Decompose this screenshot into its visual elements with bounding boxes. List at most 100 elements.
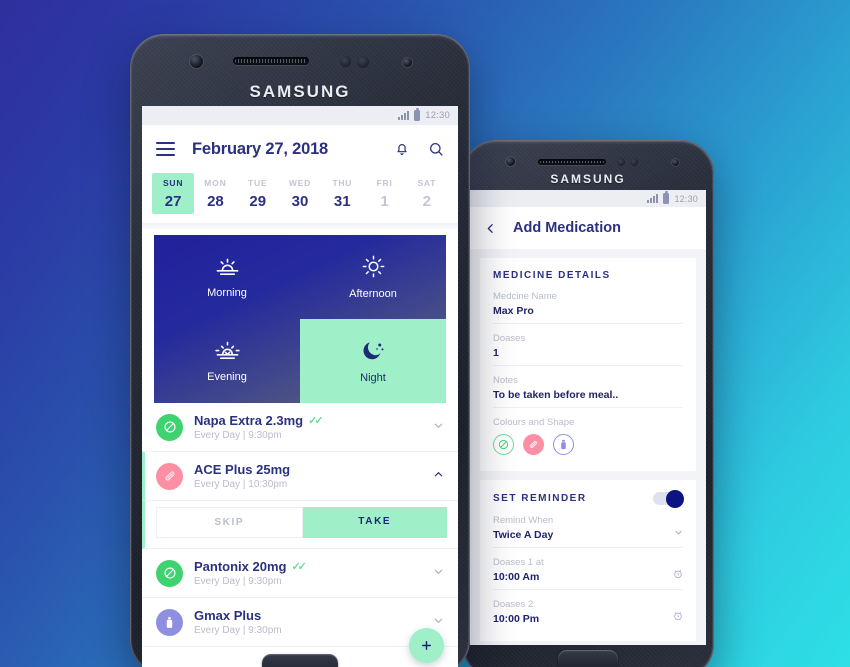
week-day-name: THU: [332, 178, 353, 188]
back-arrow-icon[interactable]: [484, 222, 497, 235]
remind-when-label: Remind When: [493, 515, 554, 526]
week-day-mon[interactable]: MON 28: [194, 173, 236, 214]
earpiece-speaker: [538, 159, 606, 165]
home-button-primary[interactable]: [262, 654, 338, 667]
battery-icon: [414, 108, 421, 121]
light-sensor-icon: [357, 56, 369, 68]
week-day-selector: SUN 27 MON 28 TUE 29 WED 30 THU 31 FRI 1 SAT 2: [142, 173, 458, 223]
set-reminder-toggle[interactable]: [653, 489, 684, 508]
tablet-icon: [156, 559, 183, 587]
chevron-down-icon[interactable]: [433, 566, 444, 580]
tablet-swatch[interactable]: [493, 434, 514, 455]
doses-label: Doases: [493, 333, 526, 344]
dose-2-value: 10:00 Pm: [493, 613, 540, 625]
chevron-down-icon[interactable]: [433, 420, 444, 434]
add-medication-fab[interactable]: [409, 628, 444, 663]
time-of-day-morning[interactable]: Morning: [154, 235, 300, 319]
notification-bell-icon[interactable]: [394, 141, 410, 157]
remind-when-field[interactable]: Remind When Twice A Day: [493, 515, 683, 548]
colours-and-shape-label: Colours and Shape: [493, 417, 575, 428]
week-day-name: WED: [288, 178, 312, 188]
search-icon[interactable]: [428, 141, 444, 157]
status-clock: 12:30: [674, 193, 698, 204]
week-day-wed[interactable]: WED 30: [279, 173, 321, 214]
chevron-down-icon[interactable]: [433, 615, 444, 629]
week-day-name: MON: [204, 178, 227, 188]
hamburger-menu-icon[interactable]: [156, 142, 175, 156]
dose-2-time-field[interactable]: Doases 2 10:00 Pm: [493, 599, 683, 631]
week-day-name: FRI: [376, 178, 393, 188]
medication-schedule: Every Day | 9:30pm: [194, 430, 282, 441]
phone-screen-primary: 12:30 February 27, 2018 SUN 27 MON 28 TUE 29 W…: [142, 106, 458, 667]
front-camera-icon: [506, 157, 515, 166]
dose-1-time-field[interactable]: Doases 1 at 10:00 Am: [493, 557, 683, 590]
medication-info: Gmax Plus Every Day | 9:30pm: [194, 608, 422, 636]
clock-icon[interactable]: [673, 569, 683, 582]
week-day-fri[interactable]: FRI 1: [363, 173, 405, 214]
time-of-day-grid: Morning Afternoon Evening Night: [154, 235, 446, 403]
tablet-icon: [156, 413, 183, 441]
week-day-tue[interactable]: TUE 29: [237, 173, 279, 214]
medication-name: Pantonix 20mg: [194, 559, 287, 574]
medication-info: Napa Extra 2.3mg ✓✓ Every Day | 9:30pm: [194, 413, 422, 441]
bottle-swatch[interactable]: [553, 434, 574, 455]
set-reminder-heading: SET REMINDER: [493, 493, 587, 504]
medication-name-row: Gmax Plus: [194, 608, 422, 623]
clock-icon[interactable]: [673, 611, 683, 624]
medicine-details-heading: MEDICINE DETAILS: [493, 270, 611, 281]
page-title: February 27, 2018: [192, 139, 329, 158]
medication-info: Pantonix 20mg ✓✓ Every Day | 9:30pm: [194, 559, 422, 587]
week-day-thu[interactable]: THU 31: [321, 173, 363, 214]
medication-name: Napa Extra 2.3mg: [194, 413, 304, 428]
skip-button[interactable]: SKIP: [156, 507, 303, 538]
week-day-name: SUN: [162, 178, 184, 188]
secondary-camera-icon: [672, 159, 679, 166]
home-button-secondary[interactable]: [558, 650, 618, 667]
medicine-details-card: MEDICINE DETAILS Medcine Name Max Pro Do…: [480, 258, 696, 471]
week-day-sun[interactable]: SUN 27: [152, 173, 195, 214]
doses-value: 1: [493, 347, 499, 359]
set-reminder-header: SET REMINDER: [493, 489, 684, 508]
medication-list: Napa Extra 2.3mg ✓✓ Every Day | 9:30pm ACE …: [142, 403, 458, 647]
week-day-sat[interactable]: SAT 2: [406, 173, 448, 214]
time-of-day-evening[interactable]: Evening: [154, 319, 300, 403]
earpiece-speaker: [233, 57, 309, 65]
notes-field[interactable]: Notes To be taken before meal..: [493, 375, 683, 408]
medicine-name-label: Medcine Name: [493, 291, 557, 302]
take-button[interactable]: TAKE: [302, 507, 447, 538]
status-clock: 12:30: [425, 110, 450, 121]
medication-name-row: ACE Plus 25mg: [194, 462, 422, 477]
battery-icon: [663, 191, 670, 204]
time-of-day-afternoon[interactable]: Afternoon: [300, 235, 446, 319]
week-day-number: 1: [380, 193, 389, 210]
status-bar-secondary: 12:30: [470, 190, 706, 207]
add-medication-form: MEDICINE DETAILS Medcine Name Max Pro Do…: [470, 249, 706, 645]
chevron-up-icon[interactable]: [433, 469, 444, 483]
medication-row[interactable]: ACE Plus 25mg Every Day | 10:30pm: [142, 452, 458, 501]
week-day-number: 30: [291, 193, 309, 210]
colours-and-shape-field: Colours and Shape: [493, 417, 683, 461]
time-of-day-label: Night: [360, 372, 386, 384]
bottle-icon: [156, 608, 183, 636]
brand-logo-secondary: SAMSUNG: [550, 172, 626, 186]
doses-field[interactable]: Doases 1: [493, 333, 683, 366]
medicine-name-field[interactable]: Medcine Name Max Pro: [493, 291, 683, 324]
signal-bars-icon: [647, 194, 659, 203]
set-reminder-card: SET REMINDER Remind When Twice A Day Doa…: [480, 480, 696, 641]
dose-2-label: Doases 2: [493, 599, 534, 610]
remind-when-value: Twice A Day: [493, 529, 554, 541]
chevron-down-icon[interactable]: [674, 528, 683, 540]
medication-info: ACE Plus 25mg Every Day | 10:30pm: [194, 462, 422, 490]
phone-device-primary: SAMSUNG 12:30 February 27, 2018 SUN 27 MON…: [130, 34, 470, 667]
time-of-day-night[interactable]: Night: [300, 319, 446, 403]
medication-name-row: Pantonix 20mg ✓✓: [194, 559, 422, 574]
week-day-name: TUE: [248, 178, 268, 188]
medication-name-row: Napa Extra 2.3mg ✓✓: [194, 413, 422, 428]
capsule-swatch[interactable]: [523, 434, 544, 455]
phone-screen-secondary: 12:30 Add Medication MEDICINE DETAILS Me…: [470, 190, 706, 645]
light-sensor-icon: [630, 158, 638, 166]
medication-row[interactable]: Napa Extra 2.3mg ✓✓ Every Day | 9:30pm: [142, 403, 458, 452]
medication-row[interactable]: Pantonix 20mg ✓✓ Every Day | 9:30pm: [142, 549, 458, 598]
week-day-number: 31: [333, 193, 351, 210]
dose-1-label: Doases 1 at: [493, 557, 544, 568]
